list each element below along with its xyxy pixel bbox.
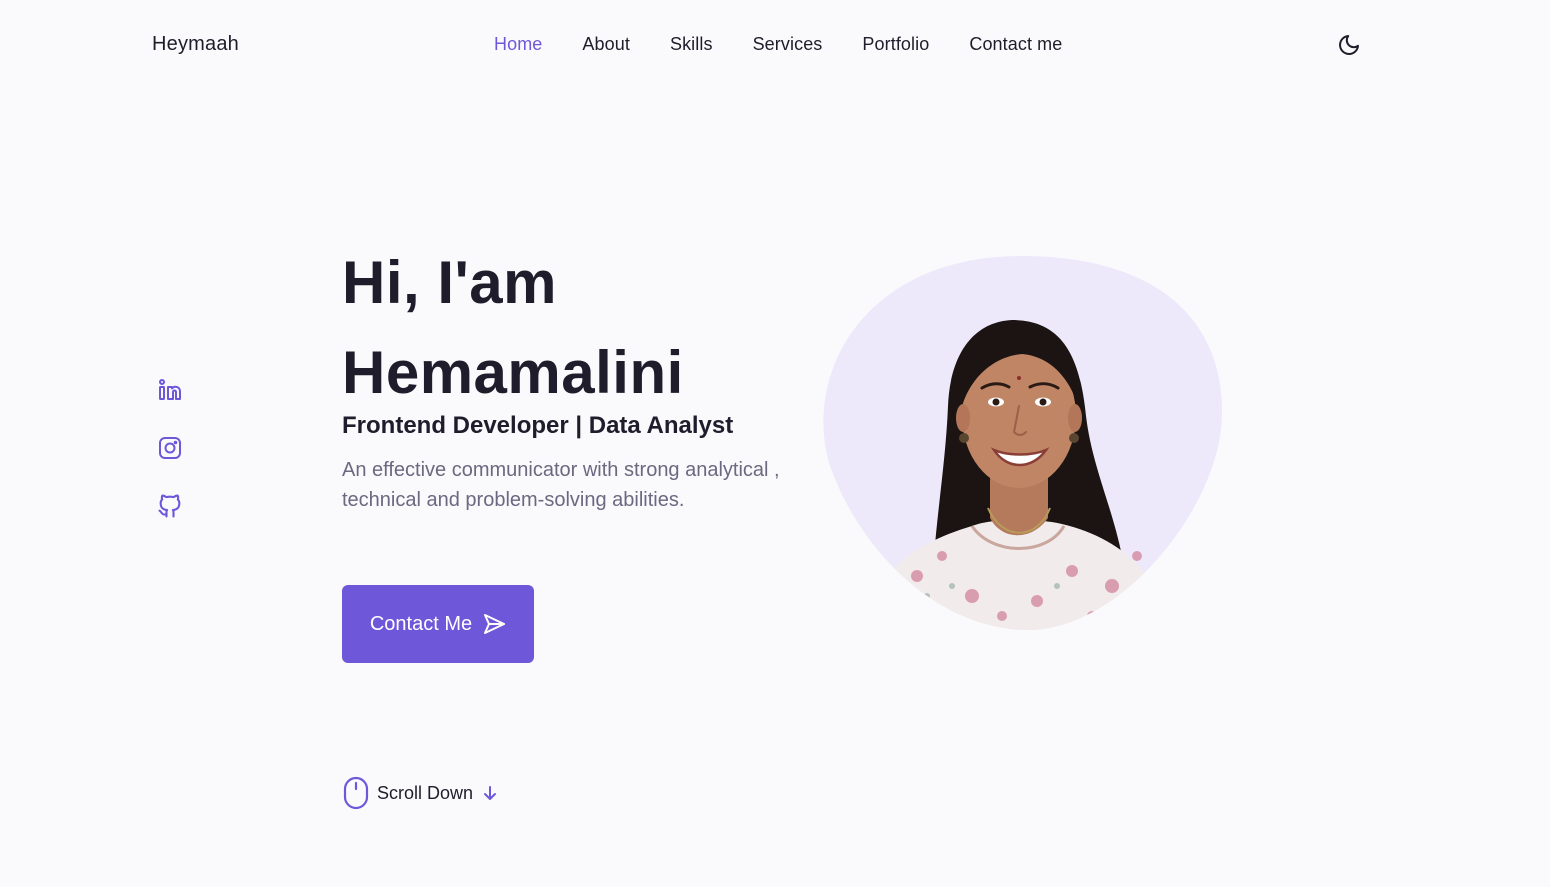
hero-greeting: Hi, I'am [342,249,557,316]
contact-me-label: Contact Me [369,612,473,635]
nav-portfolio[interactable]: Portfolio [862,34,929,54]
scroll-down-link[interactable]: Scroll Down [343,776,499,810]
github-link[interactable] [156,492,184,520]
linkedin-icon [159,379,181,400]
arrow-down-icon [484,786,497,800]
nav-contact[interactable]: Contact me [969,34,1062,54]
hero-name: Hemamalini [342,339,684,406]
contact-me-button[interactable]: Contact Me [342,585,534,663]
nav-home[interactable]: Home [494,34,542,54]
main-nav: Home About Skills Services Portfolio Con… [494,34,1062,55]
social-links [156,376,184,520]
site-logo[interactable]: Heymaah [152,33,239,56]
hero-subtitle: Frontend Developer | Data Analyst [342,412,734,439]
instagram-icon [159,437,181,459]
nav-about[interactable]: About [582,34,630,54]
github-icon [158,494,181,518]
linkedin-link[interactable] [156,376,184,404]
hero-title: Hi, I'am Hemamalini [342,238,684,418]
scroll-down-label: Scroll Down [377,782,474,803]
site-header: Heymaah Home About Skills Services Portf… [0,0,1550,90]
nav-skills[interactable]: Skills [670,34,713,54]
hero-description: An effective communicator with strong an… [342,459,780,511]
mouse-icon [343,776,369,810]
instagram-link[interactable] [156,434,184,462]
profile-image [822,256,1224,630]
nav-services[interactable]: Services [753,34,823,54]
moon-icon [1339,35,1359,55]
send-icon [484,614,506,634]
theme-toggle-button[interactable] [1336,32,1362,58]
